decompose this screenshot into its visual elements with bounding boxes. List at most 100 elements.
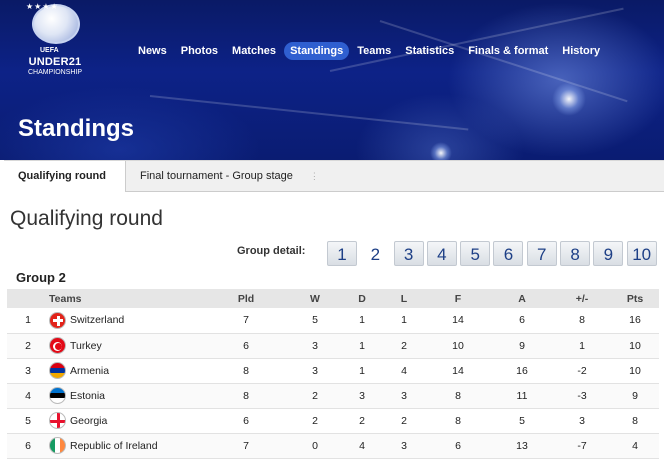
logo-org-label: UEFA bbox=[40, 47, 59, 54]
group-button-4[interactable]: 4 bbox=[426, 241, 457, 266]
w-cell: 3 bbox=[289, 358, 341, 384]
l-cell: 3 bbox=[383, 383, 425, 409]
d-cell: 3 bbox=[341, 383, 383, 409]
pld-cell: 6 bbox=[203, 333, 289, 359]
d-cell: 2 bbox=[341, 408, 383, 434]
nav-news[interactable]: News bbox=[132, 42, 173, 60]
team-name-link[interactable]: Estonia bbox=[70, 390, 105, 402]
group-button-7[interactable]: 7 bbox=[526, 241, 557, 266]
a-cell: 11 bbox=[491, 383, 553, 409]
pld-cell: 8 bbox=[203, 383, 289, 409]
d-cell: 1 bbox=[341, 308, 383, 334]
tab-separator-icon: ⋮ bbox=[309, 171, 319, 181]
group-button-10[interactable]: 10 bbox=[626, 241, 657, 266]
pts-cell: 16 bbox=[611, 308, 659, 334]
logo-subtitle-label: CHAMPIONSHIP bbox=[27, 69, 83, 76]
table-row: 5 Georgia 6 2 2 2 8 5 3 8 bbox=[7, 408, 659, 434]
d-cell: 1 bbox=[341, 333, 383, 359]
group-button-6[interactable]: 6 bbox=[493, 241, 524, 266]
d-cell: 1 bbox=[341, 358, 383, 384]
estonia-flag-icon bbox=[49, 387, 66, 404]
group-button-1[interactable]: 1 bbox=[327, 241, 357, 266]
a-cell: 16 bbox=[491, 358, 553, 384]
rank-cell: 1 bbox=[7, 308, 49, 334]
f-cell: 8 bbox=[425, 383, 491, 409]
diff-cell: -7 bbox=[553, 433, 611, 459]
pld-cell: 6 bbox=[203, 408, 289, 434]
switzerland-flag-icon bbox=[49, 311, 66, 329]
nav-photos[interactable]: Photos bbox=[175, 42, 224, 60]
group-button-9[interactable]: 9 bbox=[593, 241, 624, 266]
group-button-2-current: 2 bbox=[370, 245, 381, 264]
logo-name-label: UNDER21 bbox=[28, 56, 82, 68]
l-cell: 2 bbox=[383, 333, 425, 359]
nav-finals-format[interactable]: Finals & format bbox=[462, 42, 554, 60]
rank-cell: 6 bbox=[7, 433, 49, 459]
armenia-flag-icon bbox=[49, 362, 66, 379]
team-name-link[interactable]: Armenia bbox=[70, 365, 109, 377]
georgia-flag-icon bbox=[49, 412, 66, 429]
pld-cell: 7 bbox=[203, 308, 289, 334]
team-name-link[interactable]: Georgia bbox=[70, 415, 107, 427]
nav-matches[interactable]: Matches bbox=[226, 42, 282, 60]
group-button-8[interactable]: 8 bbox=[560, 241, 591, 266]
nav-teams[interactable]: Teams bbox=[351, 42, 397, 60]
col-w: W bbox=[289, 289, 341, 308]
rank-cell: 5 bbox=[7, 408, 49, 434]
a-cell: 6 bbox=[491, 308, 553, 334]
w-cell: 2 bbox=[289, 383, 341, 409]
group-name: Group 2 bbox=[16, 270, 66, 285]
table-row: 1 Switzerland 7 5 1 1 14 6 8 16 bbox=[7, 308, 659, 334]
tab-final-tournament[interactable]: Final tournament - Group stage ⋮ bbox=[126, 161, 333, 192]
f-cell: 6 bbox=[425, 433, 491, 459]
f-cell: 10 bbox=[425, 333, 491, 359]
tab-qualifying-round[interactable]: Qualifying round bbox=[4, 161, 126, 192]
diff-cell: -3 bbox=[553, 383, 611, 409]
pts-cell: 10 bbox=[611, 333, 659, 359]
table-row: 4 Estonia 8 2 3 3 8 11 -3 9 bbox=[7, 383, 659, 409]
a-cell: 9 bbox=[491, 333, 553, 359]
w-cell: 5 bbox=[289, 308, 341, 334]
col-l: L bbox=[383, 289, 425, 308]
pts-cell: 4 bbox=[611, 433, 659, 459]
team-name-link[interactable]: Turkey bbox=[70, 340, 102, 352]
tab-bar: Qualifying round Final tournament - Grou… bbox=[4, 160, 664, 192]
turkey-flag-icon bbox=[49, 337, 66, 354]
main-nav: News Photos Matches Standings Teams Stat… bbox=[132, 41, 608, 61]
diff-cell: -2 bbox=[553, 358, 611, 384]
nav-history[interactable]: History bbox=[556, 42, 606, 60]
table-row: 3 Armenia 8 3 1 4 14 16 -2 10 bbox=[7, 358, 659, 384]
l-cell: 2 bbox=[383, 408, 425, 434]
table-header-row: Teams Pld W D L F A +/- Pts bbox=[7, 289, 659, 308]
nav-statistics[interactable]: Statistics bbox=[399, 42, 460, 60]
a-cell: 5 bbox=[491, 408, 553, 434]
team-name-link[interactable]: Switzerland bbox=[70, 314, 124, 326]
table-row: 2 Turkey 6 3 1 2 10 9 1 10 bbox=[7, 333, 659, 359]
group-button-5[interactable]: 5 bbox=[460, 241, 491, 266]
header-banner: ★★★★ UEFA UNDER21 CHAMPIONSHIP News Phot… bbox=[0, 0, 664, 160]
d-cell: 4 bbox=[341, 433, 383, 459]
w-cell: 2 bbox=[289, 408, 341, 434]
team-name-link[interactable]: Republic of Ireland bbox=[70, 440, 158, 452]
l-cell: 3 bbox=[383, 433, 425, 459]
group-detail-label: Group detail: bbox=[237, 245, 306, 257]
ireland-flag-icon bbox=[49, 437, 66, 454]
group-button-3[interactable]: 3 bbox=[393, 241, 424, 266]
uefa-u21-logo[interactable]: ★★★★ UEFA UNDER21 CHAMPIONSHIP bbox=[18, 2, 92, 84]
f-cell: 14 bbox=[425, 358, 491, 384]
pts-cell: 10 bbox=[611, 358, 659, 384]
f-cell: 8 bbox=[425, 408, 491, 434]
nav-standings[interactable]: Standings bbox=[284, 42, 350, 60]
f-cell: 14 bbox=[425, 308, 491, 334]
pld-cell: 7 bbox=[203, 433, 289, 459]
diff-cell: 8 bbox=[553, 308, 611, 334]
w-cell: 0 bbox=[289, 433, 341, 459]
l-cell: 4 bbox=[383, 358, 425, 384]
col-rank bbox=[7, 289, 49, 308]
tab-final-tournament-label: Final tournament - Group stage bbox=[140, 170, 293, 182]
rank-cell: 3 bbox=[7, 358, 49, 384]
pts-cell: 9 bbox=[611, 383, 659, 409]
col-pts: Pts bbox=[611, 289, 659, 308]
section-title: Qualifying round bbox=[10, 207, 163, 230]
col-teams: Teams bbox=[49, 289, 203, 308]
